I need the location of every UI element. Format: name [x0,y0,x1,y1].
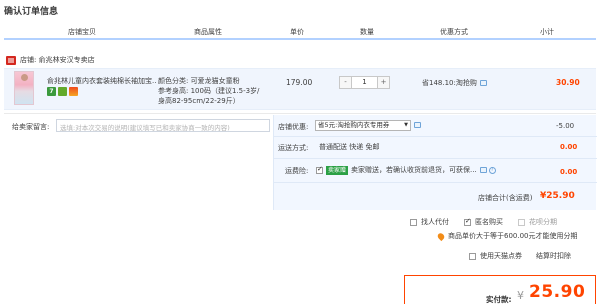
col-subtotal: 小计 [540,28,554,36]
col-attributes: 商品属性 [194,28,222,36]
shipping-label: 运送方式: [278,144,309,152]
message-label: 给卖家留言: [12,123,50,131]
shop-row: 店铺: 俞兆林安汉专卖店 [6,54,95,66]
insurance-value: 0.00 [560,168,578,176]
tmall-coupon-option[interactable]: 使用天猫点券 [469,251,522,261]
page-title: 确认订单信息 [4,7,59,17]
shop-total-value: ¥25.90 [540,191,575,201]
tmall-coupon-label: 使用天猫点券 [480,252,522,260]
service-badges: 7 [47,87,78,96]
quantity-plus-button[interactable]: + [377,77,389,88]
attr-color: 颜色分类: 可爱龙猫女童粉 [158,77,240,85]
proxy-pay-checkbox[interactable] [410,218,417,226]
chat-icon[interactable] [479,80,487,86]
discount-select[interactable]: 省5元:淘抢购内衣专用券 [315,120,411,131]
col-promo: 优惠方式 [440,28,468,36]
payment-amount: 25.90 [529,282,586,302]
col-shop-items: 店铺宝贝 [68,28,96,36]
promo-text: 省148.10:淘抢购 [422,79,477,87]
huabei-checkbox[interactable] [518,218,525,226]
huabei-option[interactable]: 花呗分期 [518,217,557,227]
shop-icon [6,55,16,65]
shipping-method: 普通配送 快递 免邮 [319,143,380,151]
shipping-value: 0.00 [560,143,578,151]
payment-currency: ¥ [517,289,524,302]
coupon-deduct-text: 结算时扣除 [536,252,571,260]
huabei-note: 商品单价大于等于600.00元才能使用分期 [436,231,578,241]
quantity-stepper: - 1 + [339,76,390,89]
huabei-label: 花呗分期 [529,218,557,226]
product-thumbnail[interactable] [14,71,34,105]
guarantee-icon[interactable] [58,87,67,96]
insurance-checkbox[interactable] [316,165,323,174]
proxy-pay-option[interactable]: 找人代付 [410,217,449,227]
discount-label: 店铺优惠: [278,123,309,131]
unit-price: 179.00 [286,78,313,87]
coupon-row: 使用天猫点券 结算时扣除 [469,251,571,261]
tmall-coupon-checkbox[interactable] [469,252,476,260]
proxy-pay-label: 找人代付 [421,218,449,226]
huabei-note-text: 商品单价大于等于600.00元才能使用分期 [448,232,578,240]
table-header: 店铺宝贝 商品属性 单价 数量 优惠方式 小计 [4,26,596,40]
item-subtotal: 30.90 [556,78,580,87]
insurance-chat-icon[interactable] [479,167,487,173]
insurance-text: 卖家赠送，若确认收货前退货，可获保... [351,166,477,174]
location-pin-icon [436,231,446,241]
promo-flag-icon[interactable] [69,87,78,96]
col-price: 单价 [290,28,304,36]
quantity-minus-button[interactable]: - [340,77,352,88]
anonymous-option[interactable]: 匿名购买 [464,217,503,227]
help-icon[interactable]: ? [488,166,496,174]
divider [4,113,596,114]
order-item-row [4,68,596,110]
anonymous-checkbox[interactable] [464,217,471,226]
discount-info-icon[interactable] [414,122,421,128]
anonymous-label: 匿名购买 [475,218,503,226]
order-options: 找人代付 匿名购买 花呗分期 [410,217,557,227]
attr-size: 参考身高: 100码（建议1.5-3岁/ [158,87,260,95]
insurance-tag: 卖家赠 [326,165,349,175]
payment-label: 实付款: [486,295,512,304]
discount-value: -5.00 [556,122,575,130]
attr-size-detail: 身高82-95cm/22-29斤） [158,97,240,105]
insurance-label: 运费险: [285,167,309,175]
quantity-input[interactable]: 1 [352,77,377,88]
message-input[interactable]: 选填:对本次交易的说明(建议填写已和卖家协商一致的内容) [56,119,270,132]
promo-info: 省148.10:淘抢购 [422,78,487,88]
insurance-info: 卖家赠 卖家赠送，若确认收货前退货，可获保... ? [316,165,496,175]
col-quantity: 数量 [360,28,374,36]
seven-day-return-icon[interactable]: 7 [47,87,56,96]
product-name-link[interactable]: 俞兆林儿童内衣套装纯棉长袖加宝... [47,76,157,86]
shop-total-label: 店铺合计(含运费) [478,194,533,202]
shop-name-link[interactable]: 店铺: 俞兆林安汉专卖店 [20,55,95,65]
